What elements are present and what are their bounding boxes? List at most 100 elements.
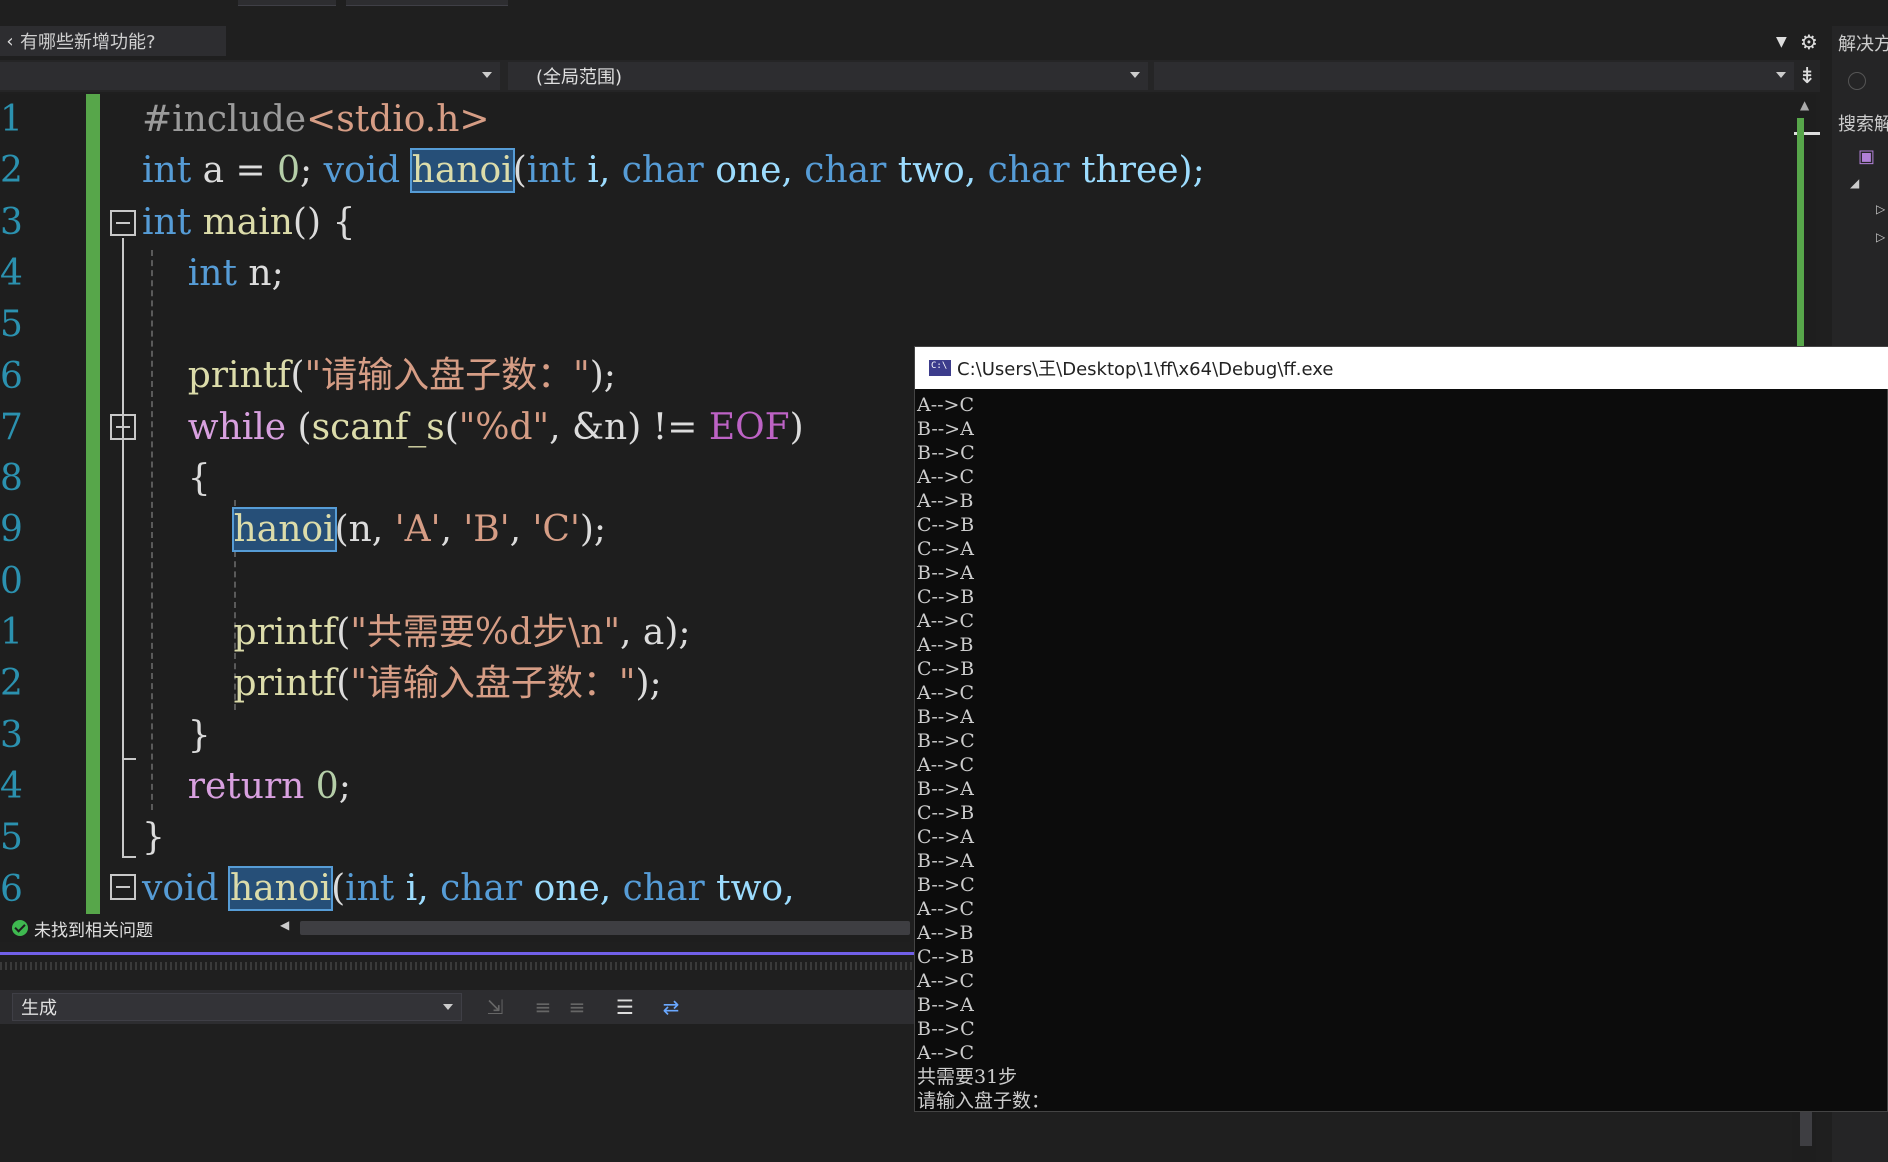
line-number: 1	[0, 612, 23, 653]
code-token: )	[789, 406, 804, 448]
code-line[interactable]: int a = 0; void hanoi(int i, char one, c…	[142, 145, 1205, 196]
code-line[interactable]: #include<stdio.h>	[142, 94, 1205, 145]
code-token: void	[323, 150, 401, 192]
chevron-down-icon	[1130, 72, 1140, 78]
scrollbar-thumb[interactable]	[1800, 1112, 1812, 1146]
split-editor-icon[interactable]: ⇟	[1798, 64, 1816, 89]
console-line: A-->C	[917, 970, 975, 992]
code-token: 'B'	[463, 509, 510, 551]
editor-horizontal-scrollbar[interactable]	[300, 921, 910, 935]
line-number: 2	[0, 150, 23, 192]
expand-arrow-icon[interactable]: ▷	[1876, 202, 1885, 216]
word-wrap-icon[interactable]: ⇄	[658, 995, 684, 1019]
clear-all-icon[interactable]: ☰	[612, 995, 638, 1019]
code-token: i,	[394, 868, 441, 910]
code-token: "共需要%d步\n"	[350, 611, 621, 653]
dropdown-arrow-icon[interactable]: ▼	[1776, 34, 1787, 50]
code-token: int	[345, 868, 395, 910]
scroll-left-icon[interactable]: ◀	[280, 918, 289, 932]
scroll-up-icon[interactable]: ▲	[1800, 98, 1809, 112]
code-token: (	[512, 150, 527, 192]
code-token: }	[142, 714, 211, 756]
code-token: ;	[338, 765, 351, 807]
code-token: int	[142, 252, 237, 294]
console-line: B-->A	[917, 418, 974, 440]
chevron-down-icon	[482, 72, 492, 78]
code-token: "请输入盘子数："	[304, 355, 590, 397]
fold-region-end	[122, 758, 136, 760]
code-token: printf	[142, 355, 291, 397]
code-token: 0	[277, 150, 301, 192]
go-to-error-icon[interactable]: ⇲	[482, 995, 508, 1019]
code-token: <stdio.h>	[306, 99, 490, 140]
whats-new-tab[interactable]: ‹ 有哪些新增功能?	[0, 26, 226, 56]
scope-dropdown[interactable]: (全局范围)	[508, 62, 1148, 90]
member-dropdown[interactable]	[1154, 62, 1794, 90]
console-line: B-->C	[917, 730, 975, 752]
console-line: A-->C	[917, 898, 975, 920]
console-line: A-->B	[917, 634, 974, 656]
console-line: C-->B	[917, 514, 975, 536]
console-line: C-->B	[917, 658, 975, 680]
code-token: (	[444, 406, 459, 448]
code-token: 'A'	[394, 509, 441, 551]
code-token: , &n) !=	[549, 406, 709, 448]
gear-icon[interactable]: ⚙	[1800, 30, 1818, 54]
fold-region-end	[122, 856, 136, 858]
highlighted-symbol: hanoi	[228, 866, 334, 912]
panel-splitter[interactable]	[0, 952, 915, 955]
code-token: () {	[292, 201, 356, 243]
line-number: 4	[0, 252, 23, 294]
expand-arrow-icon[interactable]: ▷	[1876, 230, 1885, 244]
console-line: C-->A	[917, 538, 975, 560]
console-line: A-->C	[917, 394, 975, 416]
code-token: char	[987, 150, 1070, 192]
console-line: A-->C	[917, 610, 975, 632]
console-window[interactable]: C:\Users\王\Desktop\1\ff\x64\Debug\ff.exe…	[914, 346, 1888, 1112]
console-line: A-->B	[917, 490, 974, 512]
code-token: (	[336, 663, 351, 705]
code-token: scanf_s	[311, 406, 445, 448]
code-token: char	[622, 868, 705, 910]
line-number: 6	[0, 355, 23, 397]
line-number: 5	[0, 304, 23, 346]
code-token: two,	[886, 150, 988, 192]
line-number: 2	[0, 663, 23, 705]
highlighted-symbol: hanoi	[231, 507, 337, 553]
top-toolbar-strip	[0, 0, 1888, 26]
close-icon[interactable]: ‹	[0, 31, 20, 52]
whats-new-label: 有哪些新增功能?	[20, 32, 156, 53]
expand-arrow-icon[interactable]: ◢	[1850, 176, 1859, 190]
output-source-select[interactable]: 生成	[12, 993, 462, 1021]
code-token: (n,	[334, 509, 395, 551]
console-title-bar[interactable]: C:\Users\王\Desktop\1\ff\x64\Debug\ff.exe	[915, 347, 1888, 389]
back-icon[interactable]	[1848, 72, 1866, 90]
highlighted-symbol: hanoi	[409, 148, 515, 194]
code-token: char	[804, 150, 887, 192]
console-line: B-->C	[917, 874, 975, 896]
fold-region-line	[122, 442, 124, 760]
code-line[interactable]: int main() {	[142, 197, 1205, 248]
console-line: C-->B	[917, 946, 975, 968]
code-token: main	[191, 201, 293, 243]
line-number: 5	[0, 817, 23, 859]
toolbar-tab[interactable]	[238, 0, 336, 6]
code-token: printf	[142, 663, 337, 705]
console-app-icon	[929, 360, 951, 376]
toolbar-tab[interactable]	[346, 0, 508, 6]
splitter-grip[interactable]	[0, 962, 915, 970]
fold-toggle-icon[interactable]	[110, 874, 136, 900]
solution-search-box[interactable]: 搜索解	[1838, 110, 1888, 136]
project-dropdown[interactable]	[0, 62, 500, 90]
fold-toggle-icon[interactable]	[110, 210, 136, 236]
previous-message-icon[interactable]: ≡	[530, 995, 556, 1019]
code-token: ;	[300, 150, 324, 192]
next-message-icon[interactable]: ≡	[564, 995, 590, 1019]
line-number: 3	[0, 201, 23, 243]
code-line[interactable]: int n;	[142, 248, 1205, 299]
check-circle-icon	[12, 920, 28, 936]
code-line[interactable]	[142, 299, 1205, 350]
solution-icon[interactable]: ▣	[1858, 146, 1875, 167]
code-token: char	[621, 150, 704, 192]
